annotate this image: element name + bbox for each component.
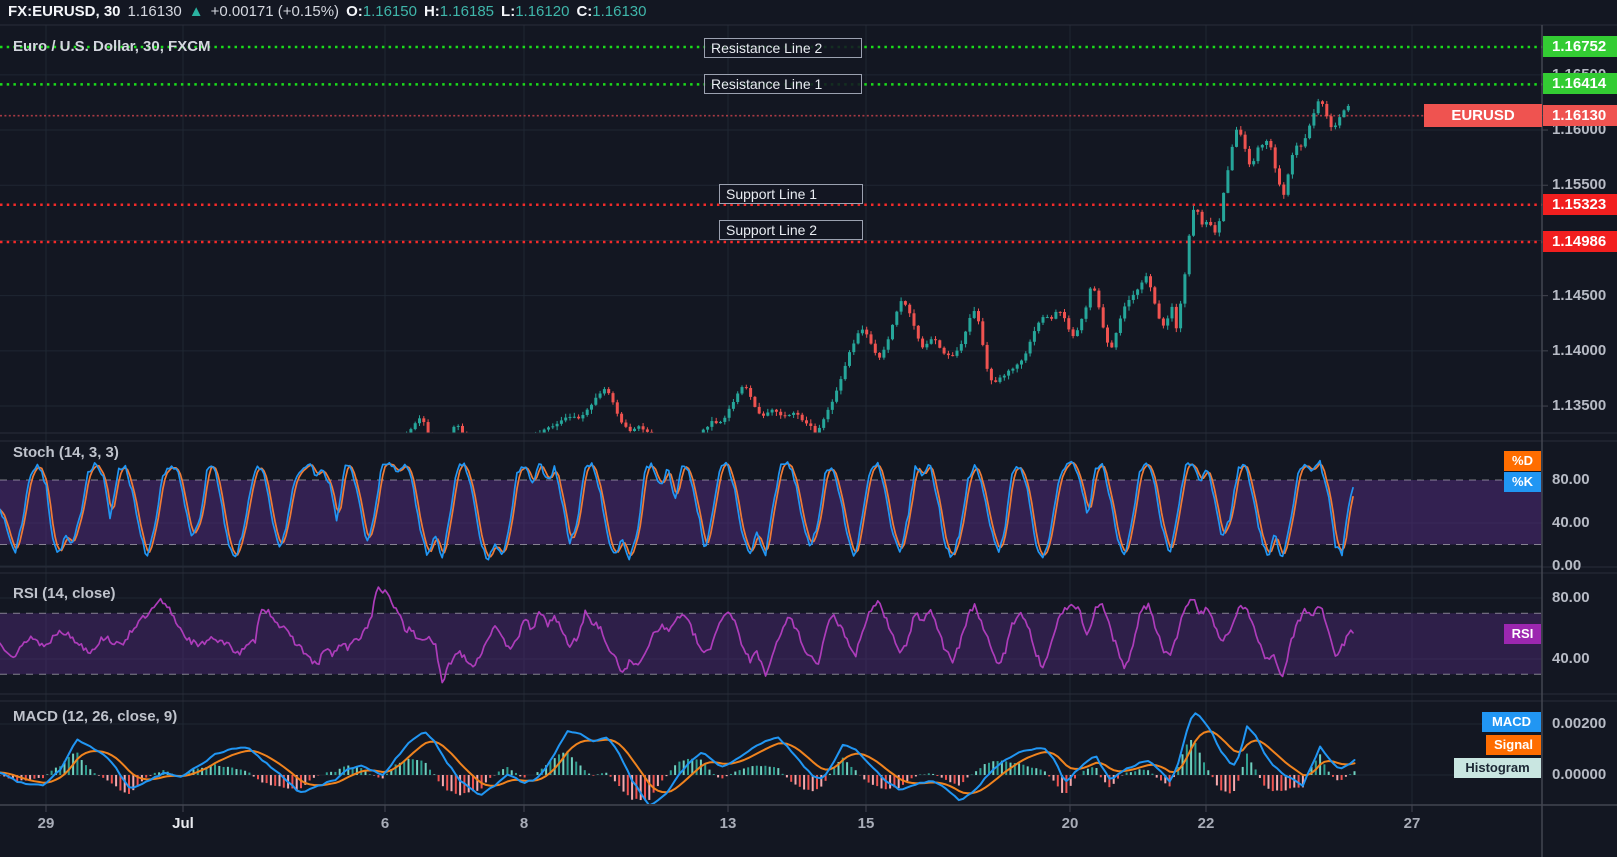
price-change: +0.00171 (+0.15%) (210, 3, 340, 20)
main-pane-title: Euro / U.S. Dollar, 30, FXCM (13, 38, 211, 55)
stoch-axis-label: 0.00 (1552, 557, 1582, 574)
support-line-1-tag[interactable]: Support Line 1 (719, 184, 863, 204)
chart-canvas[interactable] (0, 0, 1617, 857)
direction-up-icon: ▲ (188, 3, 204, 20)
time-axis[interactable] (0, 805, 1617, 857)
low-value: 1.16120 (515, 3, 570, 20)
price-axis-label: 1.14500 (1552, 287, 1607, 304)
price-axis-label: 1.15500 (1552, 176, 1607, 193)
high-value: 1.16185 (439, 3, 495, 20)
time-axis-label: 15 (857, 815, 875, 832)
rsi-pane-title: RSI (14, close) (13, 585, 116, 602)
time-axis-label: 6 (380, 815, 390, 832)
open-value: 1.16150 (362, 3, 417, 20)
time-axis-label: 27 (1403, 815, 1421, 832)
time-axis-label: 29 (37, 815, 55, 832)
trading-chart-app: FX:EURUSD, 30 1.16130 ▲ +0.00171 (+0.15%) O:… (0, 0, 1617, 857)
price-axis-label: 1.14000 (1552, 342, 1607, 359)
time-axis-label: 8 (519, 815, 529, 832)
stoch-d-badge: %D (1504, 451, 1541, 471)
open-label: O: (346, 3, 363, 20)
time-axis-label: 22 (1197, 815, 1215, 832)
stoch-axis-label: 80.00 (1552, 471, 1590, 488)
close-value: 1.16130 (592, 3, 647, 20)
eurusd-line-tag: EURUSD (1424, 104, 1542, 127)
rsi-axis-label: 40.00 (1552, 650, 1590, 667)
time-axis-label: 20 (1061, 815, 1079, 832)
macd-axis-label: 0.00000 (1552, 766, 1607, 783)
rsi-axis-label: 80.00 (1552, 589, 1590, 606)
macd-axis-label: 0.00200 (1552, 715, 1607, 732)
high-label: H: (423, 3, 440, 20)
last-price: 1.16130 (127, 3, 182, 20)
last-price-badge: 1.16130 (1543, 105, 1617, 126)
stoch-axis-label: 40.00 (1552, 514, 1590, 531)
resistance-line-1-tag[interactable]: Resistance Line 1 (704, 74, 862, 94)
support1-price-badge: 1.15323 (1543, 194, 1617, 215)
signal-badge: Signal (1486, 735, 1541, 755)
price-axis-label: 1.13500 (1552, 397, 1607, 414)
stoch-k-badge: %K (1504, 472, 1541, 492)
macd-badge: MACD (1482, 712, 1541, 732)
stoch-pane-title: Stoch (14, 3, 3) (13, 444, 119, 461)
symbol-name: FX:EURUSD, 30 (8, 3, 121, 20)
close-label: C: (576, 3, 593, 20)
resistance2-price-badge: 1.16752 (1543, 36, 1617, 57)
support2-price-badge: 1.14986 (1543, 231, 1617, 252)
time-axis-label: Jul (172, 815, 194, 832)
histogram-badge: Histogram (1454, 758, 1541, 778)
symbol-header: FX:EURUSD, 30 1.16130 ▲ +0.00171 (+0.15%) O:… (8, 2, 647, 22)
support-line-2-tag[interactable]: Support Line 2 (719, 220, 863, 240)
resistance1-price-badge: 1.16414 (1543, 73, 1617, 94)
rsi-badge: RSI (1504, 624, 1541, 644)
macd-pane-title: MACD (12, 26, close, 9) (13, 708, 178, 725)
resistance-line-2-tag[interactable]: Resistance Line 2 (704, 38, 862, 58)
low-label: L: (501, 3, 516, 20)
time-axis-label: 13 (719, 815, 737, 832)
